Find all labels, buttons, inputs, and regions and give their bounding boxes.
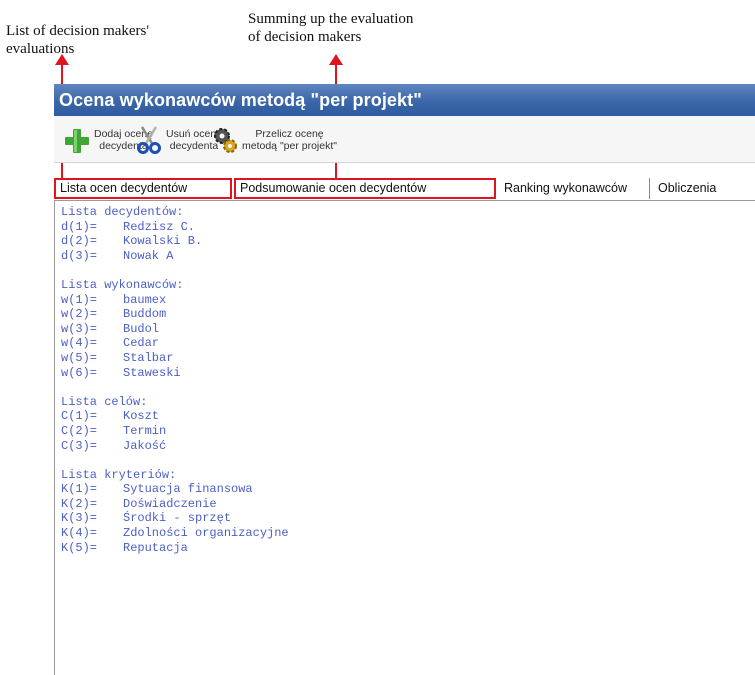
- item-value: Kowalski B.: [123, 234, 203, 249]
- annotation-summary: Summing up the evaluation of decision ma…: [248, 10, 508, 46]
- item-value: Termin: [123, 423, 167, 438]
- summary-text-panel: Lista decydentów: d(1)= Redzisz C. d(2)= Kow…: [54, 201, 755, 675]
- item-key: K(2)=: [61, 496, 98, 511]
- list-item: K(5)= Reputacja: [61, 541, 755, 556]
- item-key: C(3)=: [61, 438, 98, 453]
- item-key: w(6)=: [61, 365, 98, 380]
- item-value: Cedar: [123, 336, 160, 351]
- item-key: K(3)=: [61, 511, 98, 526]
- item-value: Środki - sprzęt: [123, 511, 232, 526]
- list-item: C(2)= Termin: [61, 424, 755, 439]
- item-value: Doświadczenie: [123, 496, 217, 511]
- item-value: baumex: [123, 292, 167, 307]
- app-window: Ocena wykonawców metodą "per projekt" Do…: [54, 84, 755, 675]
- item-key: w(2)=: [61, 307, 98, 322]
- annotation-line: Summing up the evaluation: [248, 11, 414, 27]
- list-item: w(1)= baumex: [61, 293, 755, 308]
- list-item: C(3)= Jakość: [61, 439, 755, 454]
- list-item: d(2)= Kowalski B.: [61, 234, 755, 249]
- item-key: K(1)=: [61, 482, 98, 497]
- item-key: C(2)=: [61, 423, 98, 438]
- scissors-icon: [136, 125, 162, 155]
- item-value: Staweski: [123, 365, 181, 380]
- annotation-line: of decision makers: [248, 29, 362, 45]
- item-value: Redzisz C.: [123, 219, 196, 234]
- list-item: w(6)= Staweski: [61, 366, 755, 381]
- list-item: K(1)= Sytuacja finansowa: [61, 482, 755, 497]
- item-key: w(4)=: [61, 336, 98, 351]
- annotation-line: List of decision makers': [6, 23, 150, 39]
- tab-calculations[interactable]: Obliczenia: [654, 178, 755, 199]
- tab-evaluations-summary[interactable]: Podsumowanie ocen decydentów: [234, 178, 496, 199]
- window-title: Ocena wykonawców metodą "per projekt": [54, 84, 755, 116]
- item-key: C(1)=: [61, 409, 98, 424]
- item-key: K(4)=: [61, 526, 98, 541]
- list-item: C(1)= Koszt: [61, 409, 755, 424]
- remove-evaluation-button[interactable]: Usuń ocenę decydenta: [136, 122, 222, 158]
- item-value: Stalbar: [123, 350, 174, 365]
- toolbar: Dodaj ocenę decydenta Usuń ocenę decyden…: [54, 116, 755, 163]
- list-item: d(3)= Nowak A: [61, 249, 755, 264]
- annotation-line: evaluations: [6, 41, 75, 57]
- item-key: d(3)=: [61, 248, 98, 263]
- remove-label-line: decydenta: [169, 140, 219, 152]
- tab-contractor-ranking[interactable]: Ranking wykonawców: [500, 178, 650, 199]
- list-item: w(5)= Stalbar: [61, 351, 755, 366]
- plus-icon: [64, 125, 90, 155]
- item-key: d(1)=: [61, 219, 98, 234]
- item-value: Koszt: [123, 409, 160, 424]
- item-value: Reputacja: [123, 540, 188, 555]
- section-title: Lista wykonawców:: [61, 277, 184, 292]
- annotation-list-evaluations: List of decision makers' evaluations: [6, 22, 246, 58]
- item-value: Buddom: [123, 307, 167, 322]
- recalc-label-line: Przelicz ocenę: [255, 128, 324, 140]
- item-key: K(5)=: [61, 540, 98, 555]
- section-title: Lista kryteriów:: [61, 467, 177, 482]
- item-value: Jakość: [123, 438, 167, 453]
- recalculate-button[interactable]: Przelicz ocenę metodą "per projekt": [212, 122, 337, 158]
- section-title: Lista decydentów:: [61, 205, 184, 219]
- item-key: w(1)=: [61, 292, 98, 307]
- item-key: w(5)=: [61, 350, 98, 365]
- list-item: K(2)= Doświadczenie: [61, 497, 755, 512]
- list-item: w(3)= Budol: [61, 322, 755, 337]
- tab-evaluations-list[interactable]: Lista ocen decydentów: [54, 178, 232, 199]
- item-value: Nowak A: [123, 248, 174, 263]
- item-value: Sytuacja finansowa: [123, 482, 253, 497]
- list-item: d(1)= Redzisz C.: [61, 220, 755, 235]
- item-value: Zdolności organizacyjne: [123, 526, 289, 541]
- list-item: K(3)= Środki - sprzęt: [61, 511, 755, 526]
- list-item: w(2)= Buddom: [61, 307, 755, 322]
- tab-bar: Lista ocen decydentów Podsumowanie ocen …: [54, 178, 755, 201]
- gears-icon: [212, 125, 238, 155]
- item-value: Budol: [123, 321, 160, 336]
- item-key: w(3)=: [61, 321, 98, 336]
- list-item: K(4)= Zdolności organizacyjne: [61, 526, 755, 541]
- item-key: d(2)=: [61, 234, 98, 249]
- recalc-label-line: metodą "per projekt": [242, 140, 338, 152]
- list-item: w(4)= Cedar: [61, 336, 755, 351]
- section-title: Lista celów:: [61, 394, 148, 409]
